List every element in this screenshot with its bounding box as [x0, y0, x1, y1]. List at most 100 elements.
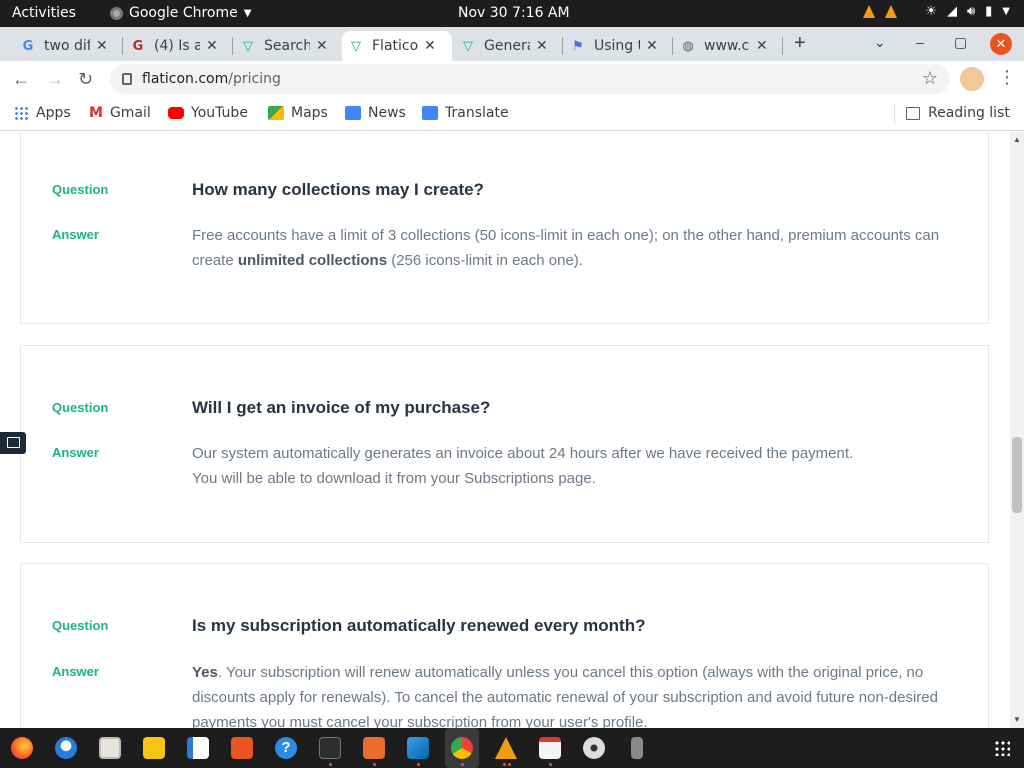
tab-search-chevron-icon[interactable]: ⌄ — [874, 34, 886, 51]
navigation-toolbar: ← → ↻ flaticon.com/pricing ☆ ⋮ — [0, 61, 1024, 97]
clock[interactable]: Nov 30 7:16 AM — [458, 5, 570, 21]
restore-icon[interactable]: ▢ — [954, 34, 967, 51]
faq-question: Will I get an invoice of my purchase? — [192, 398, 491, 417]
url-host: flaticon.com — [142, 71, 229, 87]
close-icon[interactable]: ✕ — [646, 38, 658, 54]
thunderbird-icon[interactable] — [55, 737, 77, 759]
close-icon[interactable]: ✕ — [756, 38, 768, 54]
tab-flaticon[interactable]: ▽ Flatico ✕ — [342, 31, 452, 61]
bookmark-label: News — [368, 105, 406, 121]
window-close-button[interactable]: ✕ — [990, 33, 1012, 55]
volume-icon: 🔊︎ — [966, 4, 976, 19]
tab-generate[interactable]: ▽ Genera ✕ — [454, 31, 560, 61]
disc-icon[interactable] — [583, 737, 605, 759]
forward-arrow-icon[interactable]: → — [46, 69, 64, 90]
bookmark-label: Maps — [291, 105, 328, 121]
document-viewer-icon[interactable] — [539, 737, 561, 759]
show-applications-icon[interactable] — [994, 740, 1010, 756]
chevron-down-icon: ▼ — [243, 7, 252, 19]
faq-question: Is my subscription automatically renewed… — [192, 616, 646, 635]
tab-separator — [782, 37, 783, 55]
bookmark-star-icon[interactable]: ☆ — [922, 68, 938, 89]
bookmark-label: YouTube — [191, 105, 248, 121]
reload-icon[interactable]: ↻ — [78, 69, 93, 90]
app-name-label: Google Chrome — [129, 5, 238, 21]
quora-icon: G — [132, 38, 144, 54]
answer-line: You will be able to download it from you… — [192, 470, 596, 487]
question-label: Question — [52, 182, 109, 197]
reading-list-button[interactable]: Reading list — [906, 105, 1010, 121]
bookmark-gmail[interactable]: M Gmail — [89, 105, 151, 121]
faq-answer: Yes. Your subscription will renew automa… — [192, 660, 972, 728]
tab-quora[interactable]: G (4) Is a ✕ — [124, 31, 230, 61]
tab-separator — [562, 37, 563, 55]
help-icon[interactable]: ? — [275, 737, 297, 759]
firefox-icon[interactable] — [11, 737, 33, 759]
profile-avatar[interactable] — [960, 67, 984, 91]
taskbar-dock: ? — [0, 728, 1024, 768]
vlc-tray-icon[interactable] — [885, 4, 898, 19]
tab-label: Flatico — [372, 38, 418, 54]
scroll-down-arrow-icon[interactable]: ▼ — [1013, 715, 1021, 724]
usb-drive-icon[interactable] — [631, 737, 643, 759]
tab-separator — [672, 37, 673, 55]
tab-separator — [232, 37, 233, 55]
answer-label: Answer — [52, 227, 99, 242]
bookmark-translate[interactable]: Translate — [422, 105, 509, 121]
address-bar[interactable]: flaticon.com/pricing ☆ — [110, 64, 950, 94]
close-icon[interactable]: ✕ — [536, 38, 548, 54]
tab-label: Search — [264, 38, 310, 54]
back-arrow-icon[interactable]: ← — [12, 69, 30, 90]
tab-strip: G two dif ✕ G (4) Is a ✕ ▽ Search ✕ ▽ Fl… — [0, 27, 1024, 61]
tab-www[interactable]: ◍ www.c ✕ — [674, 31, 780, 61]
page-scrollbar[interactable]: ▲ ▼ — [1010, 132, 1024, 728]
bookmarks-bar: Apps M Gmail YouTube Maps News Translate… — [0, 97, 1024, 131]
page-viewport[interactable]: Question How many collections may I crea… — [0, 132, 1010, 728]
bookmark-label: Apps — [36, 105, 71, 121]
tab-using[interactable]: ⚑ Using t ✕ — [564, 31, 670, 61]
bookmark-youtube[interactable]: YouTube — [168, 105, 248, 121]
terminal-icon[interactable] — [319, 737, 341, 759]
url-path: /pricing — [228, 71, 281, 87]
tab-label: Using t — [594, 38, 640, 54]
close-icon[interactable]: ✕ — [206, 38, 218, 54]
close-icon[interactable]: ✕ — [316, 38, 328, 54]
running-indicator — [417, 763, 420, 766]
tab-label: Genera — [484, 38, 530, 54]
feedback-icon[interactable] — [0, 432, 26, 454]
close-icon[interactable]: ✕ — [424, 38, 436, 54]
flaticon-icon: ▽ — [351, 38, 361, 54]
vscode-icon[interactable] — [407, 737, 429, 759]
libreoffice-writer-icon[interactable] — [187, 737, 209, 759]
bookmark-maps[interactable]: Maps — [268, 105, 328, 121]
youtube-icon — [168, 107, 184, 119]
system-tray[interactable]: ☀ ◢ 🔊︎ ▮ ▼ — [863, 4, 1010, 19]
software-center-icon[interactable] — [231, 737, 253, 759]
tab-label: two dif — [44, 38, 90, 54]
lock-icon[interactable] — [122, 73, 132, 85]
answer-label: Answer — [52, 445, 99, 460]
activities-button[interactable]: Activities — [12, 5, 76, 21]
bookmark-news[interactable]: News — [345, 105, 406, 121]
vlc-tray-icon[interactable] — [863, 4, 876, 19]
new-tab-button[interactable]: + — [794, 32, 806, 55]
faq-card: Question Will I get an invoice of my pur… — [20, 345, 989, 543]
faq-card: Question How many collections may I crea… — [20, 132, 989, 324]
files-icon[interactable] — [99, 737, 121, 759]
scroll-up-arrow-icon[interactable]: ▲ — [1013, 135, 1021, 144]
bookmark-apps[interactable]: Apps — [14, 105, 71, 121]
chrome-icon[interactable] — [451, 737, 473, 759]
chrome-menu-icon[interactable]: ⋮ — [998, 67, 1016, 88]
sublime-text-icon[interactable] — [363, 737, 385, 759]
app-menu[interactable]: Google Chrome ▼ — [110, 5, 251, 21]
flaticon-icon: ▽ — [463, 38, 473, 54]
tab-search[interactable]: ▽ Search ✕ — [234, 31, 340, 61]
close-icon[interactable]: ✕ — [96, 38, 108, 54]
faq-answer: Our system automatically generates an in… — [192, 441, 972, 491]
maps-icon — [268, 106, 284, 120]
scrollbar-thumb[interactable] — [1012, 437, 1022, 513]
tab-two-dif[interactable]: G two dif ✕ — [14, 31, 120, 61]
vlc-icon[interactable] — [495, 737, 517, 759]
rhythmbox-icon[interactable] — [143, 737, 165, 759]
minimize-icon[interactable]: – — [916, 34, 924, 50]
